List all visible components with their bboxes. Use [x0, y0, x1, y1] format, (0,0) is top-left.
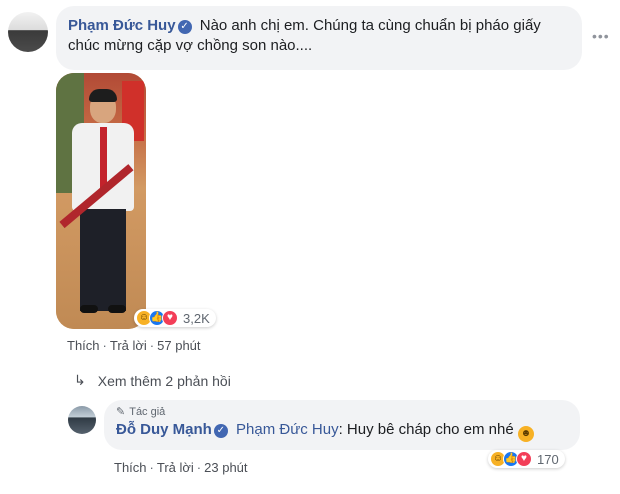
reply-actions: Thích · Trả lời · 23 phút [114, 460, 248, 475]
ellipsis-icon[interactable]: ••• [592, 28, 610, 44]
love-icon: ♥ [162, 310, 178, 326]
like-action[interactable]: Thích [114, 460, 147, 475]
reply-bubble: ✎ Tác giả Đỗ Duy Mạnh ✓ Phạm Đức Huy: Huy… [104, 400, 580, 450]
reply-reactions[interactable]: ☺ 👍 ♥ 170 [488, 449, 565, 469]
comment-author-name[interactable]: Phạm Đức Huy [68, 17, 176, 34]
reply-mention[interactable]: Phạm Đức Huy [236, 421, 339, 438]
comment-time[interactable]: 57 phút [157, 338, 200, 353]
separator-dot: · [149, 460, 154, 475]
reply-action[interactable]: Trả lời [110, 338, 147, 353]
comment-body: Phạm Đức Huy ✓ Nào anh chị em. Chúng ta c… [68, 16, 570, 56]
reply-author-avatar[interactable] [68, 406, 96, 434]
like-action[interactable]: Thích [67, 338, 100, 353]
verified-badge-icon: ✓ [177, 20, 192, 34]
separator-dot: · [149, 338, 155, 353]
reply-body: Đỗ Duy Mạnh ✓ Phạm Đức Huy: Huy bê cháp c… [116, 420, 568, 442]
separator-dot: · [196, 460, 202, 475]
photo-tie [100, 127, 107, 189]
photo-pants [80, 209, 126, 311]
reply-reactions-box[interactable]: ☺ 👍 ♥ 170 [488, 450, 565, 468]
grinning-face-icon: ☻ [517, 426, 534, 442]
separator-dot: · [102, 338, 107, 353]
comment-reactions[interactable]: ☺ 👍 ♥ 3,2K [134, 308, 216, 328]
comment-author-avatar[interactable] [8, 12, 48, 52]
author-tag-label: Tác giả [129, 405, 166, 418]
photo-left-shoe [80, 305, 98, 313]
reply-author-name[interactable]: Đỗ Duy Mạnh [116, 421, 212, 438]
comment-reactions-box[interactable]: ☺ 👍 ♥ 3,2K [134, 309, 216, 327]
comment-bubble: Phạm Đức Huy ✓ Nào anh chị em. Chúng ta c… [56, 6, 582, 70]
pencil-icon: ✎ [116, 406, 126, 418]
comment-photo[interactable] [56, 73, 146, 329]
view-more-replies-label: Xem thêm 2 phản hồi [97, 372, 231, 389]
love-icon: ♥ [516, 451, 532, 467]
photo-right-shoe [108, 305, 126, 313]
photo-hair [89, 89, 117, 102]
author-tag: ✎ Tác giả [116, 405, 568, 419]
reply-time[interactable]: 23 phút [204, 460, 247, 475]
reply-text: : Huy bê cháp cho em nhé [338, 421, 514, 438]
view-more-replies-link[interactable]: ↳ Xem thêm 2 phản hồi [74, 372, 231, 389]
reply-action[interactable]: Trả lời [157, 460, 194, 475]
reply-reaction-count: 170 [537, 451, 559, 467]
reply-arrow-icon: ↳ [74, 372, 86, 388]
comment-reaction-count: 3,2K [183, 310, 210, 326]
comment-actions: Thích · Trả lời · 57 phút [67, 338, 201, 353]
verified-badge-icon: ✓ [213, 424, 228, 438]
